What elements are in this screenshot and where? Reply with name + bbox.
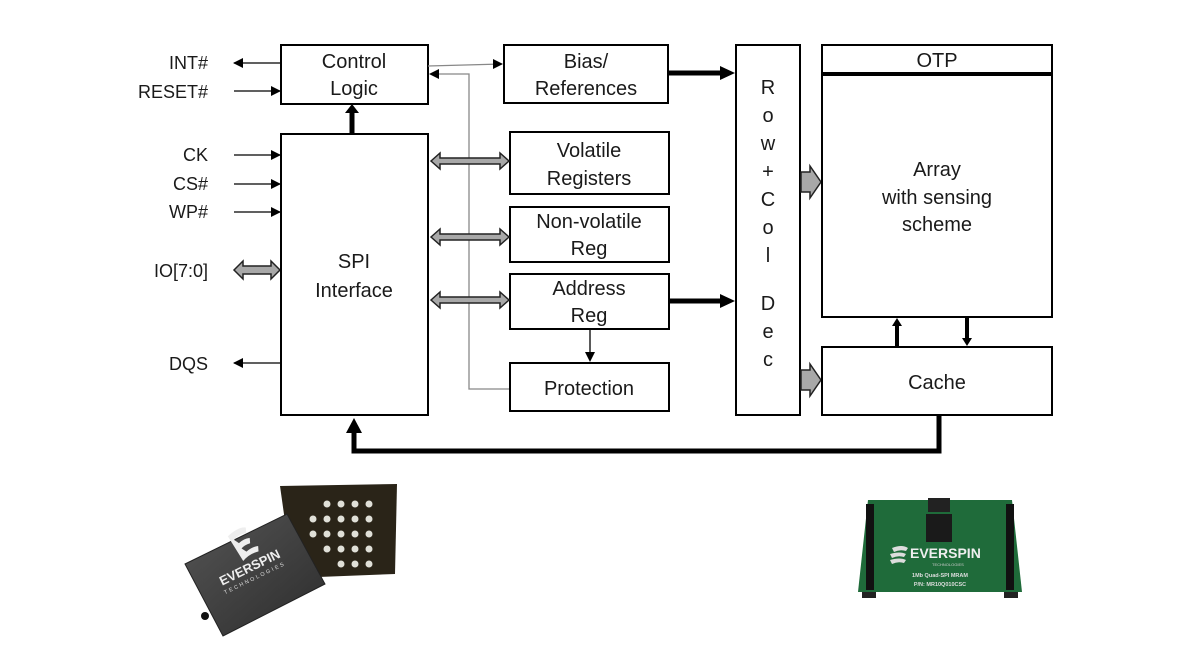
signal-wp-label: WP# xyxy=(169,202,208,222)
board-header-right xyxy=(1006,504,1014,590)
bias-label-1: Bias/ xyxy=(564,51,609,73)
array-label-2: with sensing xyxy=(881,187,992,209)
board-sub-text: TECHNOLOGIES xyxy=(932,562,964,567)
bias-to-dec-arrowhead xyxy=(720,66,735,80)
signal-reset-label: RESET# xyxy=(138,82,208,102)
io-bidir-arrow xyxy=(232,259,282,281)
cache-to-spi-feedback-line xyxy=(351,415,942,454)
signal-io-label: IO[7:0] xyxy=(154,261,208,281)
board-line1-text: 1Mb Quad-SPI MRAM xyxy=(912,573,968,579)
spi-interface-label-1: SPI xyxy=(338,251,370,273)
cache-to-array-arrowhead xyxy=(892,318,902,326)
spi-address-bidir-arrow xyxy=(429,290,511,310)
spi-volatile-bidir-arrow xyxy=(429,151,511,171)
protection-label: Protection xyxy=(544,378,634,400)
spi-to-control-arrowhead xyxy=(345,104,359,113)
nonvolatile-label-1: Non-volatile xyxy=(536,211,642,233)
cache-to-spi-arrowhead xyxy=(346,418,362,433)
array-to-cache-arrowhead xyxy=(962,338,972,346)
array-block xyxy=(821,44,1053,318)
dec-char: R xyxy=(761,77,775,99)
spi-interface-block xyxy=(280,133,429,416)
dec-char: o xyxy=(762,217,773,239)
chip-pin1-dot xyxy=(201,612,209,620)
eval-board-photo: EVERSPIN TECHNOLOGIES 1Mb Quad-SPI MRAM … xyxy=(858,498,1022,598)
board-foot-left xyxy=(862,592,876,598)
protection-to-control-line xyxy=(436,73,510,390)
nonvolatile-label-2: Reg xyxy=(571,238,608,260)
control-logic-label-2: Logic xyxy=(330,78,378,100)
dec-char: D xyxy=(761,293,775,315)
dec-char: l xyxy=(766,245,770,267)
control-to-bias-line xyxy=(427,63,503,67)
dec-to-array-arrow xyxy=(800,163,822,201)
address-to-protection-arrowhead xyxy=(585,352,595,362)
control-to-bias-arrowhead xyxy=(493,59,503,69)
dec-char: + xyxy=(762,161,774,183)
board-line2-text: P/N: MR10Q010CSC xyxy=(914,582,966,588)
otp-label: OTP xyxy=(916,50,957,72)
spi-interface-label-2: Interface xyxy=(315,280,393,302)
signal-int-label: INT# xyxy=(169,53,208,73)
volatile-label-2: Registers xyxy=(547,168,631,190)
row-col-decoder-label: R o w + C o l D e c xyxy=(760,77,776,371)
dec-char: w xyxy=(760,133,776,155)
board-socket xyxy=(928,498,950,512)
board-header-left xyxy=(866,504,874,590)
signal-cs-label: CS# xyxy=(173,174,208,194)
dec-to-cache-arrow xyxy=(800,361,822,399)
signal-ck-label: CK xyxy=(183,145,208,165)
dec-char: e xyxy=(762,321,773,343)
board-foot-right xyxy=(1004,592,1018,598)
mram-chip-photo: EVERSPIN TECHNOLOGIES xyxy=(184,484,397,637)
dec-char: c xyxy=(763,349,773,371)
dec-char: C xyxy=(761,189,775,211)
cache-label: Cache xyxy=(908,372,966,394)
address-label-1: Address xyxy=(552,278,625,300)
dec-char: o xyxy=(762,105,773,127)
spi-nonvolatile-bidir-arrow xyxy=(429,227,511,247)
array-label-1: Array xyxy=(913,159,961,181)
volatile-label-1: Volatile xyxy=(557,140,622,162)
board-chip xyxy=(926,514,952,542)
signal-dqs-label: DQS xyxy=(169,354,208,374)
board-brand-text: EVERSPIN xyxy=(910,545,981,561)
array-label-3: scheme xyxy=(902,214,972,236)
control-logic-label-1: Control xyxy=(322,51,386,73)
address-to-dec-arrowhead xyxy=(720,294,735,308)
bias-label-2: References xyxy=(535,78,637,100)
protection-to-control-arrowhead xyxy=(429,69,439,79)
address-label-2: Reg xyxy=(571,305,608,327)
